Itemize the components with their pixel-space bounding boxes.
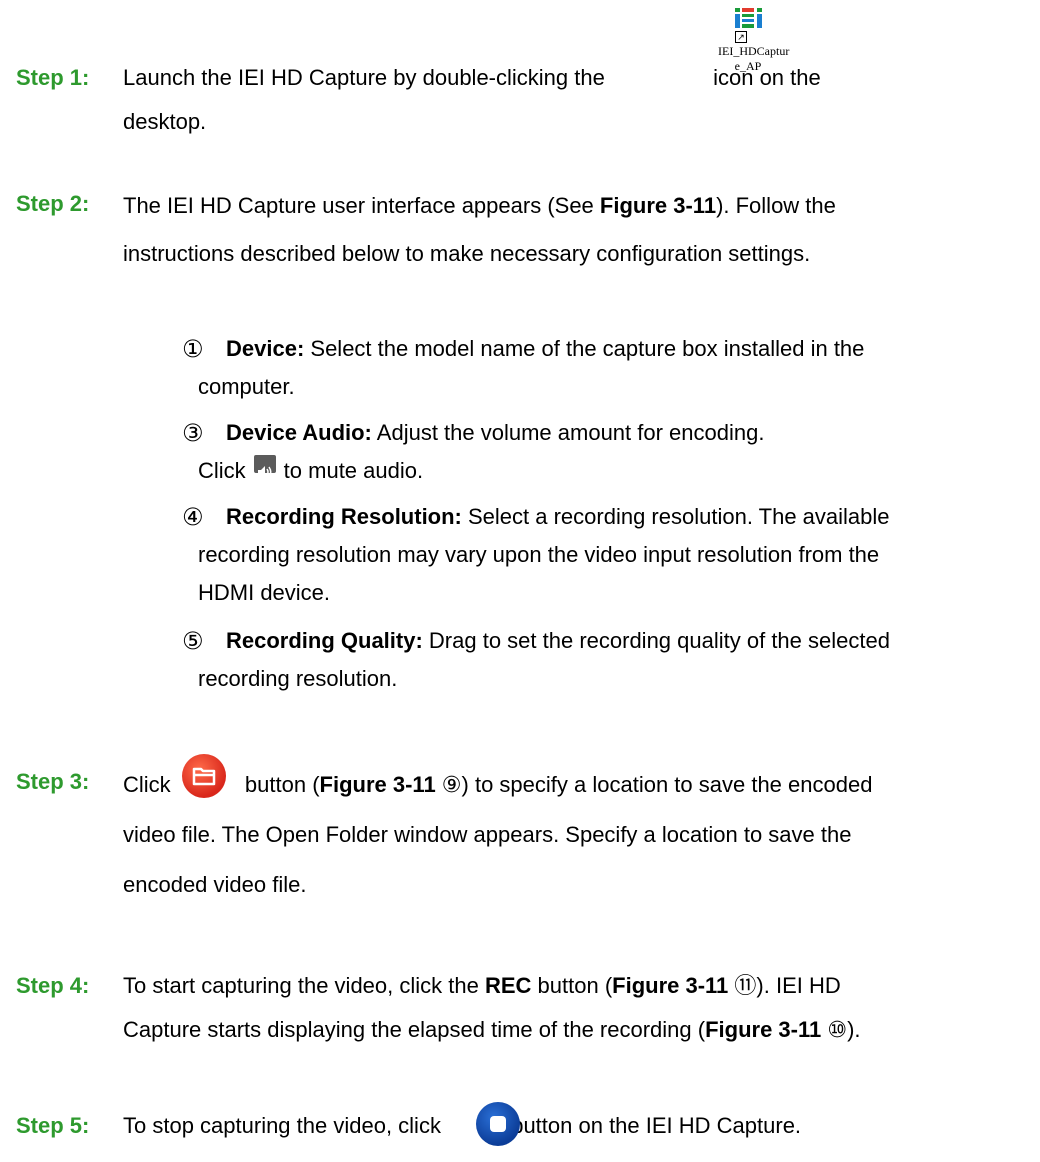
stop-button[interactable]	[476, 1102, 520, 1146]
step-5-text-a: To stop capturing the video, click	[123, 1113, 441, 1138]
iei-logo-icon	[735, 8, 762, 28]
item-continuation: recording resolution may vary upon the v…	[198, 542, 880, 567]
item-number: ④	[182, 503, 204, 531]
mute-text: to mute audio.	[283, 458, 424, 483]
step-2-line2: instructions described below to make nec…	[123, 241, 811, 266]
step-4-text-c: ⑪). IEI HD	[728, 973, 841, 998]
item-label: Device Audio:	[226, 420, 372, 445]
item-text: Drag to set the recording quality of the…	[422, 628, 890, 653]
step-2-label: Step 2:	[16, 191, 90, 216]
item-text: Select the model name of the capture box…	[304, 336, 865, 361]
click-text: Click	[198, 458, 246, 483]
step-5-text-b: button on the IEI HD Capture.	[511, 1113, 802, 1138]
step-2-text-c: ). Follow the	[716, 193, 836, 218]
step-2-body: The IEI HD Capture user interface appear…	[123, 182, 1023, 278]
item-label: Recording Quality:	[226, 628, 423, 653]
item-label: Device:	[226, 336, 305, 361]
step-5-body: To stop capturing the video, click butto…	[123, 1104, 1023, 1148]
step-3-line2: video file. The Open Folder window appea…	[123, 822, 852, 847]
shortcut-arrow-icon: ↗	[735, 31, 747, 43]
step-3-line3: encoded video file.	[123, 872, 307, 897]
item-text: Select a recording resolution. The avail…	[461, 504, 890, 529]
step-1-body: Launch the IEI HD Capture by double-clic…	[123, 56, 1023, 144]
step-4-line2-a: Capture starts displaying the elapsed ti…	[123, 1017, 706, 1042]
step-3-text-b: button (	[244, 772, 320, 797]
step-4-label: Step 4:	[16, 973, 90, 998]
rec-button-ref: REC	[484, 973, 532, 998]
step-3-label: Step 3:	[16, 769, 90, 794]
item-number: ③	[182, 419, 204, 447]
item-continuation: computer.	[198, 374, 295, 399]
figure-ref: Figure 3-11	[599, 193, 717, 218]
step-4-line2-b: ⑩).	[821, 1017, 861, 1042]
figure-ref: Figure 3-11	[705, 1017, 822, 1042]
item-continuation: recording resolution.	[198, 666, 398, 691]
item-number: ①	[182, 335, 204, 363]
item-continuation: HDMI device.	[198, 580, 331, 605]
app-icon-caption-line1: IEI_HDCaptur	[718, 44, 790, 58]
step-3-text-c: ⑨) to specify a location to save the enc…	[435, 772, 873, 797]
step-3-body: Click button (Figure 3-11 ⑨) to specify …	[123, 760, 1023, 910]
iei-hdcapture-app-icon[interactable]: ↗ IEI_HDCaptur e_AP	[718, 8, 789, 82]
step-5-label: Step 5:	[16, 1113, 90, 1138]
step-1-text-a: Launch the IEI HD Capture by double-clic…	[123, 65, 605, 90]
step-4-text-a: To start capturing the video, click the	[123, 973, 485, 998]
item-continuation: Click to mute audio.	[198, 452, 1008, 490]
item-number: ⑤	[182, 627, 204, 655]
speaker-glyph	[257, 466, 272, 478]
step-1-text-c: desktop.	[123, 109, 207, 134]
figure-ref: Figure 3-11	[319, 772, 436, 797]
item-text: Adjust the volume amount for encoding.	[371, 420, 765, 445]
step-2-text-a: The IEI HD Capture user interface appear…	[123, 193, 600, 218]
speaker-icon[interactable]	[253, 455, 276, 478]
step-3-text-a: Click	[123, 772, 171, 797]
app-icon-caption-line2: e_AP	[734, 59, 762, 73]
step-1-label: Step 1:	[16, 65, 90, 90]
item-label: Recording Resolution:	[226, 504, 462, 529]
open-folder-button[interactable]	[182, 754, 226, 798]
app-icon-caption: IEI_HDCaptur e_AP	[718, 44, 789, 74]
step-4-body: To start capturing the video, click the …	[123, 964, 1023, 1052]
step-4-text-b: button (	[531, 973, 613, 998]
stop-icon	[490, 1116, 506, 1132]
folder-icon	[192, 767, 216, 786]
figure-ref: Figure 3-11	[612, 973, 729, 998]
